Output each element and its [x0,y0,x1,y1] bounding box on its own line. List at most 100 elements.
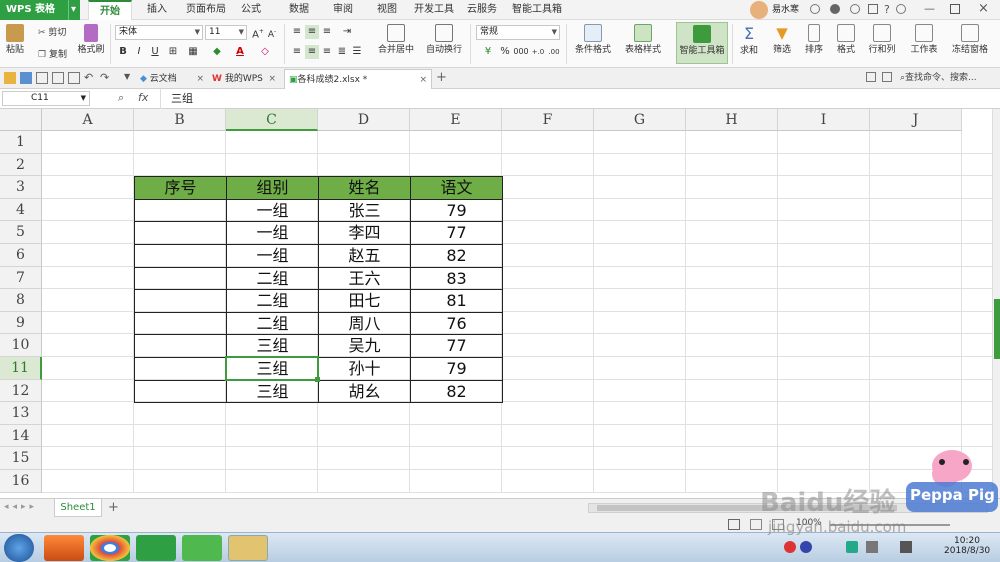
column-header[interactable]: D [318,109,410,131]
close-icon[interactable]: × [978,1,989,16]
menu-tab[interactable]: 智能工具箱 [510,0,564,20]
font-grow-button[interactable]: A+ [251,25,265,40]
table-cell[interactable] [134,289,227,313]
table-cell[interactable]: 82 [410,244,503,268]
zoom-icon[interactable]: ⌕ [118,91,124,105]
copy-button[interactable]: ❐ 复制 [38,47,74,60]
explorer-icon[interactable] [228,535,268,561]
wechat-icon[interactable] [182,535,222,561]
row-header[interactable]: 7 [0,266,42,290]
column-header[interactable]: J [870,109,962,131]
table-header-cell[interactable]: 语文 [410,176,503,200]
share-icon[interactable] [868,4,878,14]
avatar[interactable] [750,1,768,19]
smart-toolbox-button[interactable]: 智能工具箱 [676,22,728,64]
close-icon[interactable]: × [419,70,427,90]
row-header[interactable]: 4 [0,198,42,222]
table-cell[interactable]: 79 [410,198,503,223]
currency-icon[interactable]: ¥ [478,45,498,59]
row-header[interactable]: 3 [0,176,42,199]
row-header[interactable]: 12 [0,379,42,403]
table-cell[interactable] [134,357,227,381]
normal-view-icon[interactable] [728,519,740,530]
row-header[interactable]: 13 [0,402,42,425]
table-cell[interactable]: 赵五 [318,244,411,268]
bold-button[interactable]: B [116,45,130,59]
table-cell[interactable]: 二组 [226,311,319,336]
menu-tab[interactable]: 开发工具 [412,0,456,20]
row-header[interactable]: 5 [0,221,42,244]
table-cell[interactable]: 83 [410,266,503,291]
table-cell[interactable]: 吴九 [318,334,411,358]
table-cell[interactable]: 胡幺 [318,379,411,404]
row-header[interactable]: 2 [0,153,42,177]
command-search[interactable]: ⌕查找命令、搜索... [900,68,977,88]
add-sheet-button[interactable]: + [108,500,119,515]
thousands-button[interactable]: 000 [512,45,530,59]
column-header[interactable]: E [410,109,502,131]
table-cell[interactable]: 82 [410,379,503,404]
clear-format-icon[interactable]: ◇ [258,45,272,59]
align-left-icon[interactable]: ≡ [290,45,304,59]
minimize-icon[interactable]: — [924,2,935,15]
table-cell[interactable]: 77 [410,334,503,358]
sum-button[interactable]: Σ 求和 [736,24,762,56]
align-center-icon[interactable]: ≡ [305,45,319,59]
italic-button[interactable]: I [132,45,146,59]
page-view-icon[interactable] [750,519,762,530]
open-folder-icon[interactable] [4,72,16,84]
format-button[interactable]: 格式 [832,24,860,55]
table-cell[interactable]: 一组 [226,221,319,245]
tray-icon[interactable] [846,541,858,553]
table-cell[interactable]: 张三 [318,198,411,223]
increase-decimal-button[interactable]: +.0 [530,45,546,59]
filter-button[interactable]: ▼ 筛选 [768,24,796,55]
redo-icon[interactable]: ↷ [100,71,109,84]
table-header-cell[interactable]: 姓名 [318,176,411,200]
column-header[interactable]: I [778,109,870,131]
number-format-select[interactable]: 常规 ▼ [476,25,560,40]
comment-icon[interactable] [866,72,876,82]
table-cell[interactable]: 周八 [318,311,411,336]
volume-icon[interactable] [900,541,912,553]
border-icon[interactable]: ⊞ [166,45,180,59]
font-color-icon[interactable]: A [233,45,247,59]
clock[interactable]: 10:20 2018/8/30 [944,536,990,556]
underline-button[interactable]: U [148,45,162,59]
table-cell[interactable]: 三组 [226,379,319,404]
table-cell[interactable]: 76 [410,311,503,336]
row-header[interactable]: 14 [0,424,42,448]
save-icon[interactable] [20,72,32,84]
cut-button[interactable]: ✂ 剪切 [38,25,74,38]
menu-tab[interactable]: 数据 [282,0,316,20]
preview-icon[interactable] [68,72,80,84]
align-right-icon[interactable]: ≡ [320,45,334,59]
freeze-button[interactable]: 冻结窗格 [948,24,992,55]
table-cell[interactable]: 79 [410,357,503,381]
paste-button[interactable]: 粘贴 [4,24,26,55]
table-cell[interactable] [134,221,227,245]
table-cell[interactable]: 二组 [226,289,319,313]
vertical-scrollbar[interactable] [992,109,1000,498]
table-cell[interactable]: 三组 [226,334,319,358]
row-header[interactable]: 8 [0,289,42,312]
percent-button[interactable]: % [498,45,512,59]
table-cell[interactable]: 田七 [318,289,411,313]
decrease-decimal-button[interactable]: .00 [546,45,562,59]
print-icon[interactable] [52,72,64,84]
table-cell[interactable]: 一组 [226,198,319,223]
fx-button[interactable]: fx [138,91,148,104]
justify-icon[interactable]: ≣ [335,45,349,59]
fill-handle[interactable] [315,376,320,382]
row-header[interactable]: 6 [0,244,42,267]
wps-logo-button[interactable]: WPS 表格 ▾ [0,0,80,20]
align-top-icon[interactable]: ≡ [290,25,304,39]
row-header[interactable]: 11 [0,357,42,380]
format-painter-button[interactable]: 格式刷 [76,24,106,55]
chevron-down-icon[interactable]: ▾ [68,0,78,20]
help-icon[interactable]: ? [884,3,890,16]
selected-cell[interactable] [225,356,319,381]
wrap-text-button[interactable]: 自动换行 [424,24,464,55]
sort-button[interactable]: 排序 [800,24,828,55]
align-middle-icon[interactable]: ≡ [305,25,319,39]
